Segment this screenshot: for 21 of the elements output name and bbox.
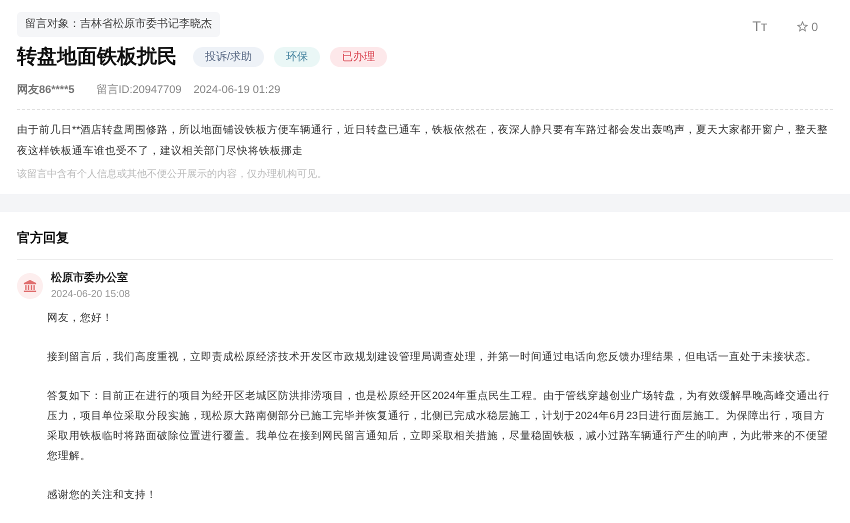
- reply-heading: 官方回复: [17, 228, 833, 260]
- reply-paragraph: 感谢您的关注和支持！: [47, 488, 158, 502]
- reply-time: 2024-06-20 15:08: [51, 288, 130, 302]
- star-icon: [797, 21, 808, 32]
- message-id: 留言ID:20947709: [96, 82, 182, 98]
- message-title: 转盘地面铁板扰民: [17, 45, 177, 70]
- font-size-button[interactable]: Tт: [752, 16, 768, 37]
- author-name: 网友86****5: [17, 83, 74, 98]
- organization-name: 松原市委办公室: [51, 270, 129, 286]
- building-icon: [23, 278, 37, 293]
- post-time: 2024-06-19 01:29: [193, 83, 280, 98]
- tag: 环保: [274, 46, 320, 68]
- reply-paragraph: 网友，您好！: [47, 310, 114, 326]
- favorite-button[interactable]: 0: [797, 18, 818, 36]
- reply-paragraph: 接到留言后，我们高度重视，立即责成松原经济技术开发区市政规划建设管理局调查处理，并第一时间通过电话向您反馈办理结果，但电话一直处于未接状态。: [47, 350, 818, 364]
- message-body: 由于前几日**酒店转盘周围修路，所以地面铺设铁板方便车辆通行，近日转盘已通车，铁板依然在，夜深人静只要有车路过都会发出轰鸣声，夏天大家都开窗户，整天整夜这样铁板通车谁也受不了，建议相关部门尽快将铁板挪走: [17, 122, 830, 158]
- tag: 已办理: [330, 46, 388, 68]
- tag: 投诉/求助: [193, 46, 264, 68]
- recipient-label: 留言对象：吉林省松原市委书记李晓杰: [17, 12, 220, 36]
- privacy-notice: 该留言中含有个人信息或其他不便公开展示的内容，仅办理机构可见。: [17, 168, 328, 182]
- reply-paragraph: 答复如下：目前正在进行的项目为经开区老城区防洪排涝项目，也是松原经开区2024年重点民生工程。由于管线穿越创业广场转盘，为有效缓解早晚高峰交通出行压力，项目单位采取分段实施，现松原大路南侧部分已施工完毕并恢复通行，北侧已完成水稳层施工，计划于2024年6月23日进行面层施工。为保障出行，项目方采取用铁板临时将路面破除位置进行覆盖。我单位在接到网民留言通知后，立即采取相关措施，尽量稳固铁板，减小过路车辆通行产生的响声，为此带来的不便望您理解。: [47, 388, 830, 464]
